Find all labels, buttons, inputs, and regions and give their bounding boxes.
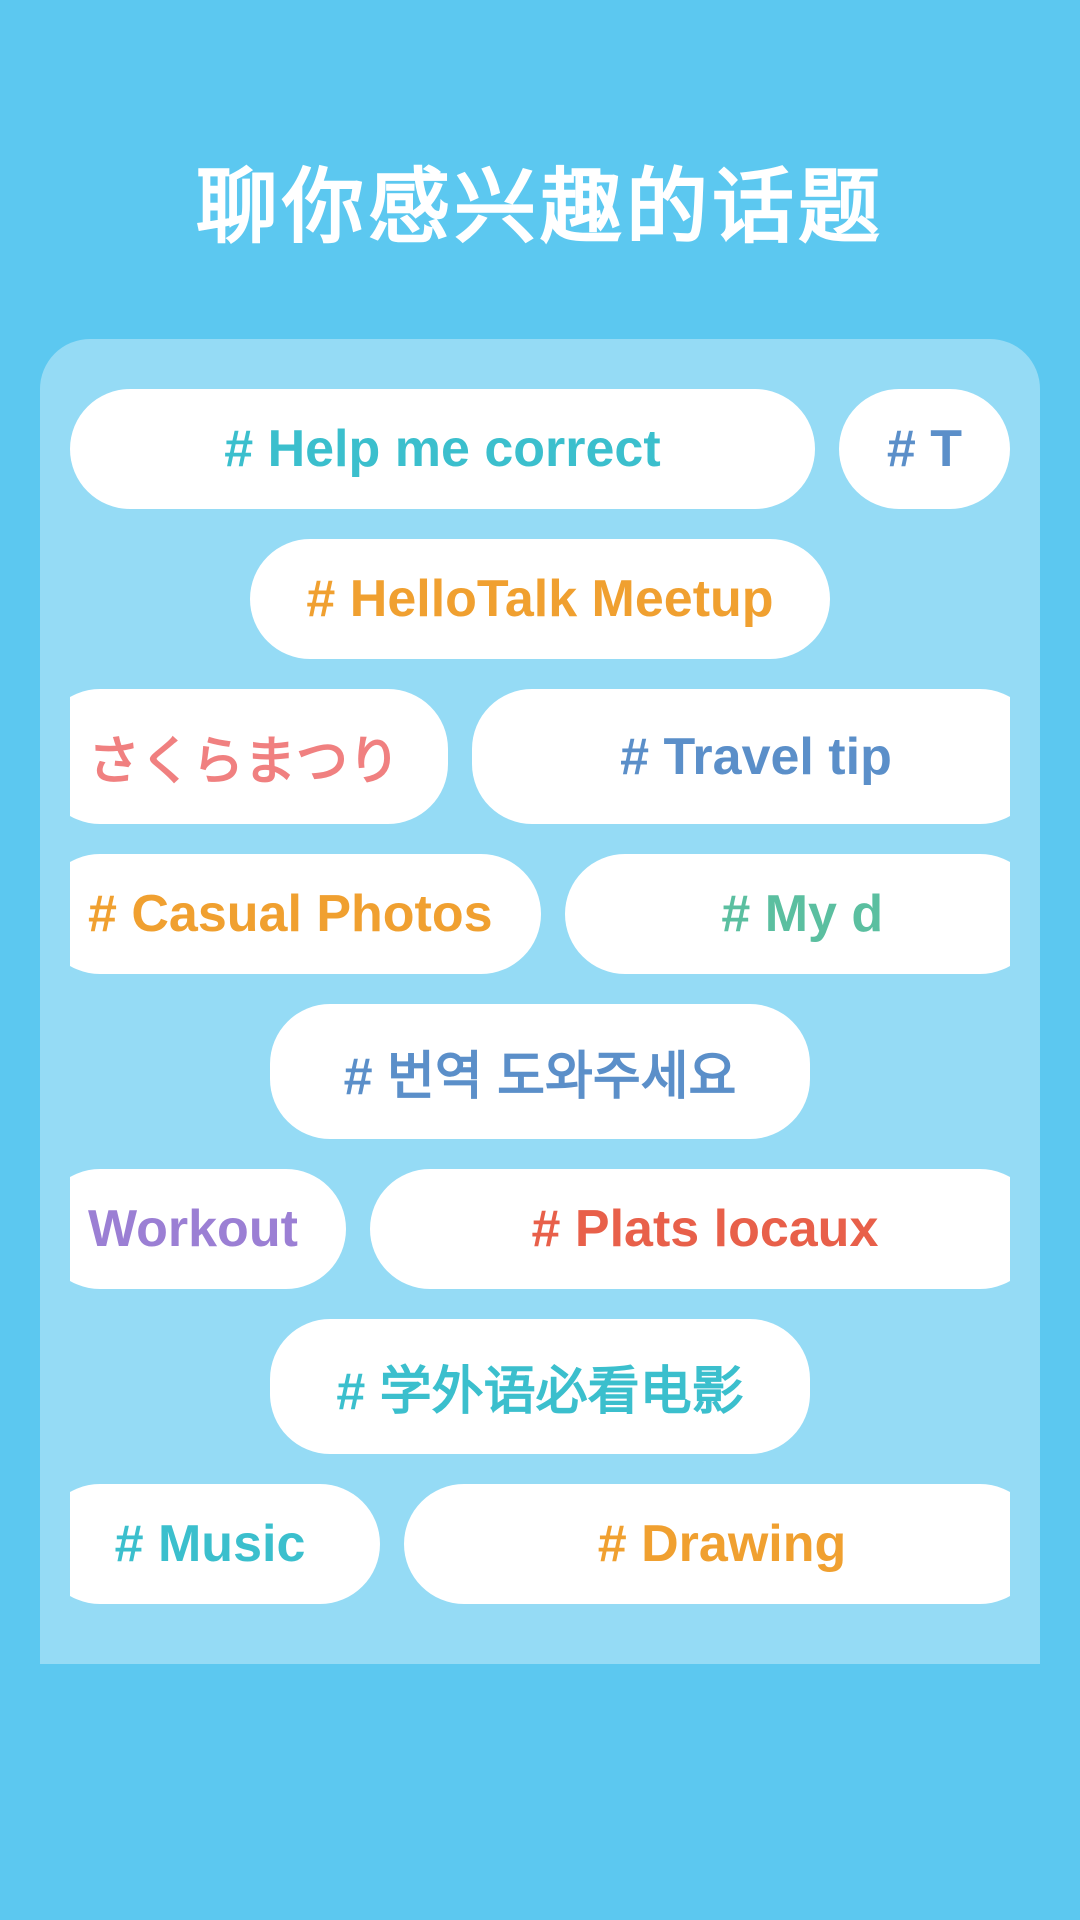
- topics-row-2: # HelloTalk Meetup: [70, 539, 1010, 659]
- topic-chip-text: # HelloTalk Meetup: [306, 569, 773, 629]
- topic-chip-help-correct[interactable]: # Help me correct: [70, 389, 815, 509]
- topic-chip-text: Workout: [88, 1199, 298, 1259]
- topic-chip-hellotalk-meetup[interactable]: # HelloTalk Meetup: [250, 539, 830, 659]
- topic-chip-text: # 学外语必看电影: [336, 1349, 743, 1424]
- topics-row-6: Workout # Plats locaux: [70, 1169, 1010, 1289]
- topic-chip-truncated1[interactable]: # T: [839, 389, 1010, 509]
- topics-row-8: # Music # Drawing: [70, 1484, 1010, 1604]
- topic-chip-text: # Music: [115, 1514, 306, 1574]
- page-title: 聊你感兴趣的话题: [60, 140, 1020, 259]
- topic-chip-text: # Casual Photos: [88, 884, 493, 944]
- topic-chip-music[interactable]: # Music: [70, 1484, 380, 1604]
- topic-chip-travel-tip[interactable]: # Travel tip: [472, 689, 1010, 824]
- topic-chip-drawing[interactable]: # Drawing: [404, 1484, 1010, 1604]
- topic-chip-text: # Plats locaux: [532, 1199, 879, 1259]
- topics-row-3: さくらまつり # Travel tip: [70, 689, 1010, 824]
- topic-chip-text: # Help me correct: [224, 419, 660, 479]
- topic-chip-plats-locaux[interactable]: # Plats locaux: [370, 1169, 1010, 1289]
- topic-chip-learn-language-movie[interactable]: # 学外语必看电影: [270, 1319, 810, 1454]
- topic-chip-sakura[interactable]: さくらまつり: [70, 689, 448, 824]
- page-header: 聊你感兴趣的话题: [0, 0, 1080, 339]
- topics-row-5: # 번역 도와주세요: [70, 1004, 1010, 1139]
- topic-chip-my-d[interactable]: # My d: [565, 854, 1010, 974]
- topics-row-4: # Casual Photos # My d: [70, 854, 1010, 974]
- topic-chip-translation-help[interactable]: # 번역 도와주세요: [270, 1004, 810, 1139]
- topic-chip-text: # Travel tip: [620, 727, 892, 787]
- topic-chip-text: # Drawing: [598, 1514, 847, 1574]
- page-background: 聊你感兴趣的话题 # Help me correct # T # HelloTa…: [0, 0, 1080, 1664]
- topic-chip-text: # My d: [721, 884, 883, 944]
- topics-row-7: # 学外语必看电影: [70, 1319, 1010, 1454]
- topic-chip-casual-photos[interactable]: # Casual Photos: [70, 854, 541, 974]
- topic-chip-text: # T: [887, 419, 962, 479]
- topic-chip-workout[interactable]: Workout: [70, 1169, 346, 1289]
- topics-row-1: # Help me correct # T: [70, 389, 1010, 509]
- topic-chip-text: # 번역 도와주세요: [344, 1034, 737, 1109]
- topic-chip-text: さくらまつり: [88, 719, 400, 794]
- topics-container: # Help me correct # T # HelloTalk Meetup…: [40, 339, 1040, 1664]
